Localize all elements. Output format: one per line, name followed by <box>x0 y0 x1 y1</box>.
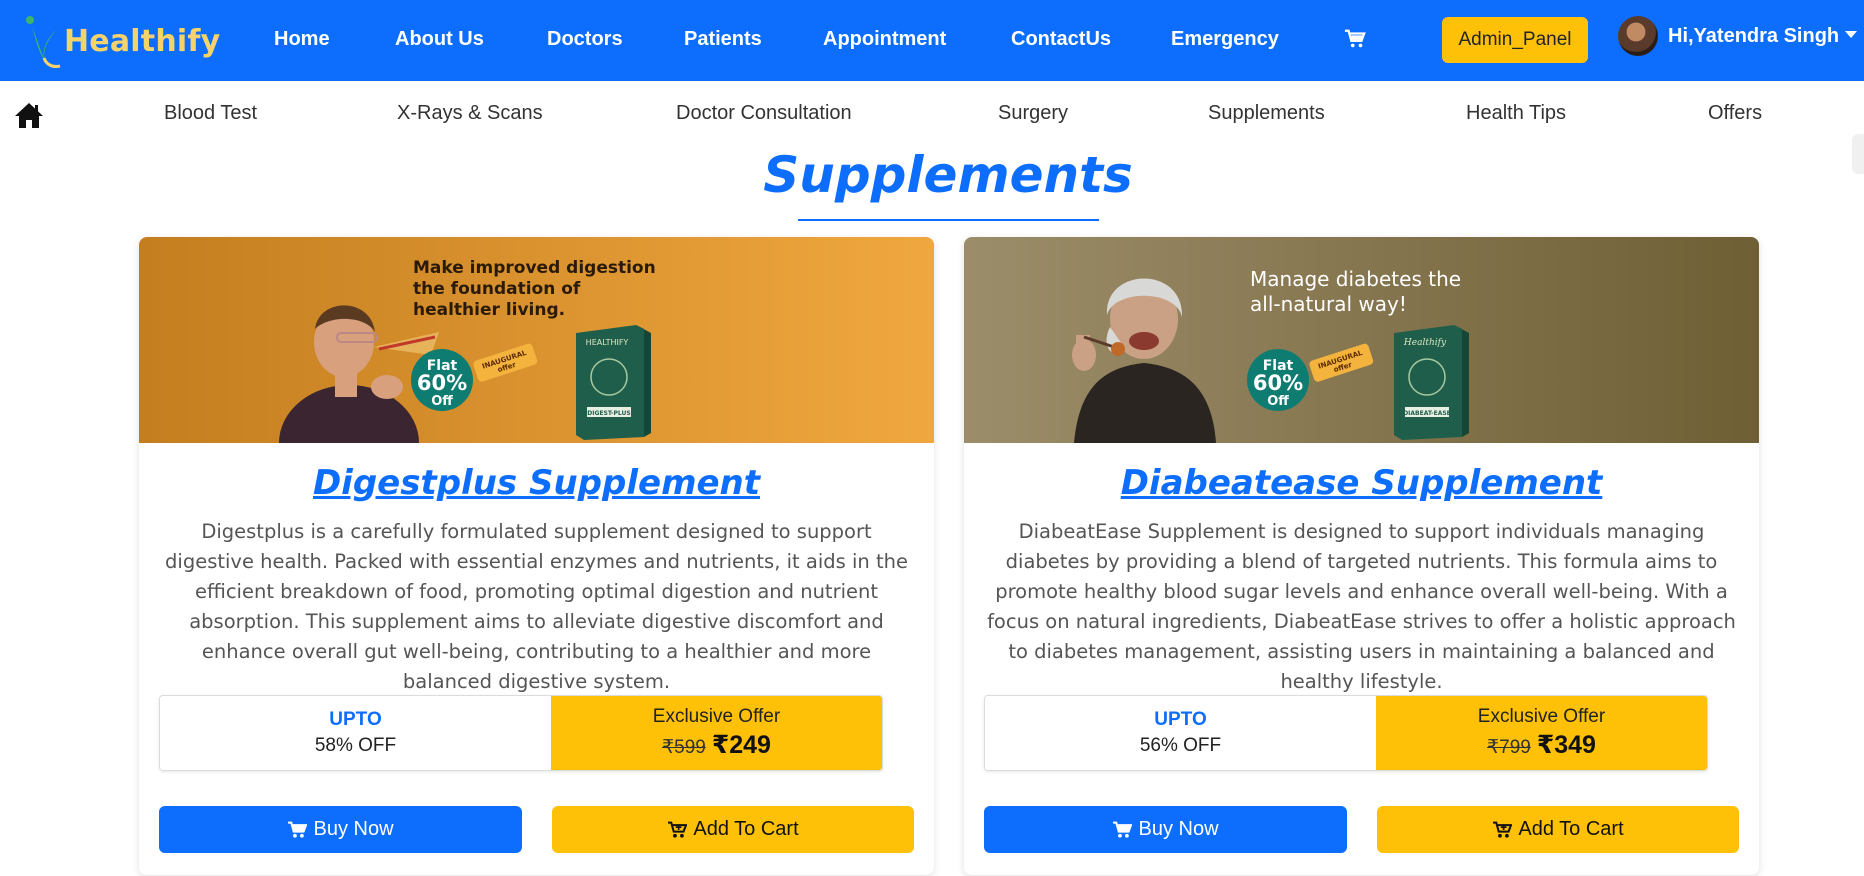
product-title[interactable]: Digestplus Supplement <box>139 463 934 503</box>
nav-emergency[interactable]: Emergency <box>1171 28 1279 51</box>
discount-value: 58% OFF <box>314 735 397 756</box>
badge-line-3: Off <box>431 394 453 409</box>
cart-plus-icon <box>1493 821 1513 838</box>
nav-appointment[interactable]: Appointment <box>823 28 946 51</box>
product-card: Make improved digestion the foundation o… <box>139 237 934 875</box>
product-card: Manage diabetes the all-natural way! Fla… <box>964 237 1759 875</box>
banner-headline-line-2: all-natural way! <box>1250 292 1407 316</box>
offer-box: UPTO 56% OFF Exclusive Offer ₹799 ₹349 <box>984 695 1708 771</box>
exclusive-offer-panel: Exclusive Offer ₹599 ₹249 <box>551 696 882 770</box>
subnav-xrays-scans[interactable]: X-Rays & Scans <box>397 102 543 125</box>
user-menu[interactable]: Hi,Yatendra Singh <box>1618 16 1858 56</box>
banner-headline-line-1: Manage diabetes the <box>1250 267 1461 291</box>
new-price: ₹249 <box>711 731 771 759</box>
chevron-down-icon <box>1845 30 1858 38</box>
exclusive-offer-panel: Exclusive Offer ₹799 ₹349 <box>1376 696 1707 770</box>
product-title[interactable]: Diabeatease Supplement <box>964 463 1759 503</box>
product-description: Digestplus is a carefully formulated sup… <box>165 520 908 693</box>
buy-now-button[interactable]: Buy Now <box>984 806 1347 853</box>
admin-panel-button[interactable]: Admin_Panel <box>1442 17 1588 63</box>
badge-line-3: Off <box>1267 394 1289 409</box>
box-label: DIGEST-PLUS <box>587 410 630 417</box>
avatar <box>1618 16 1658 56</box>
box-brand: Healthify <box>1403 338 1447 348</box>
old-price: ₹799 <box>1487 737 1531 758</box>
banner-headline-line-1: Make improved digestion <box>413 258 656 278</box>
discount-panel: UPTO 56% OFF <box>985 696 1376 770</box>
subnav-blood-test[interactable]: Blood Test <box>164 102 257 125</box>
price-row: ₹599 ₹249 <box>662 730 771 760</box>
upto-label: UPTO <box>1154 709 1207 730</box>
top-navbar: Healthify Home About Us Doctors Patients… <box>0 0 1864 81</box>
badge-line-2: 60% <box>1253 371 1303 395</box>
upto-label: UPTO <box>329 709 382 730</box>
user-greeting: Hi,Yatendra Singh <box>1668 24 1840 47</box>
discount-value: 56% OFF <box>1139 735 1222 756</box>
cart-icon <box>1113 821 1133 838</box>
add-to-cart-label: Add To Cart <box>1518 818 1624 840</box>
nav-doctors[interactable]: Doctors <box>547 28 623 51</box>
cart-icon <box>288 821 308 838</box>
product-banner: Manage diabetes the all-natural way! Fla… <box>964 237 1759 443</box>
brand-name: Healthify <box>64 23 221 59</box>
cart-icon[interactable] <box>1344 28 1366 50</box>
buy-now-label: Buy Now <box>1138 818 1219 840</box>
new-price: ₹349 <box>1536 731 1596 759</box>
badge-line-2: 60% <box>417 371 467 395</box>
banner-headline-line-2: the foundation of <box>413 279 581 299</box>
old-price: ₹599 <box>662 737 706 758</box>
nav-contact-us[interactable]: ContactUs <box>1011 28 1111 51</box>
page-title: Supplements <box>763 146 1133 204</box>
cart-plus-icon <box>668 821 688 838</box>
offer-box: UPTO 58% OFF Exclusive Offer ₹599 ₹249 <box>159 695 883 771</box>
exclusive-offer-label: Exclusive Offer <box>652 706 781 727</box>
banner-headline-line-3: healthier living. <box>413 300 565 320</box>
add-to-cart-button[interactable]: Add To Cart <box>1377 806 1739 853</box>
subnav-supplements[interactable]: Supplements <box>1208 102 1325 125</box>
brand-logo[interactable]: Healthify <box>20 12 220 70</box>
add-to-cart-button[interactable]: Add To Cart <box>552 806 914 853</box>
product-description: DiabeatEase Supplement is designed to su… <box>987 520 1736 693</box>
category-subnav <box>0 81 1864 147</box>
product-banner: Make improved digestion the foundation o… <box>139 237 934 443</box>
buy-now-label: Buy Now <box>313 818 394 840</box>
add-to-cart-label: Add To Cart <box>693 818 799 840</box>
discount-panel: UPTO 58% OFF <box>160 696 551 770</box>
subnav-offers[interactable]: Offers <box>1708 102 1762 125</box>
home-icon[interactable] <box>14 101 44 129</box>
title-underline <box>798 219 1099 221</box>
box-brand: HEALTHIFY <box>586 338 629 347</box>
healthify-logo-icon <box>26 16 61 68</box>
subnav-surgery[interactable]: Surgery <box>998 102 1068 125</box>
subnav-health-tips[interactable]: Health Tips <box>1466 102 1566 125</box>
price-row: ₹799 ₹349 <box>1487 730 1596 760</box>
nav-about-us[interactable]: About Us <box>395 28 484 51</box>
nav-home[interactable]: Home <box>274 28 330 51</box>
exclusive-offer-label: Exclusive Offer <box>1477 706 1606 727</box>
nav-patients[interactable]: Patients <box>684 28 762 51</box>
subnav-doctor-consultation[interactable]: Doctor Consultation <box>676 102 852 125</box>
buy-now-button[interactable]: Buy Now <box>159 806 522 853</box>
box-label: DIABEAT-EASE <box>1403 410 1451 417</box>
